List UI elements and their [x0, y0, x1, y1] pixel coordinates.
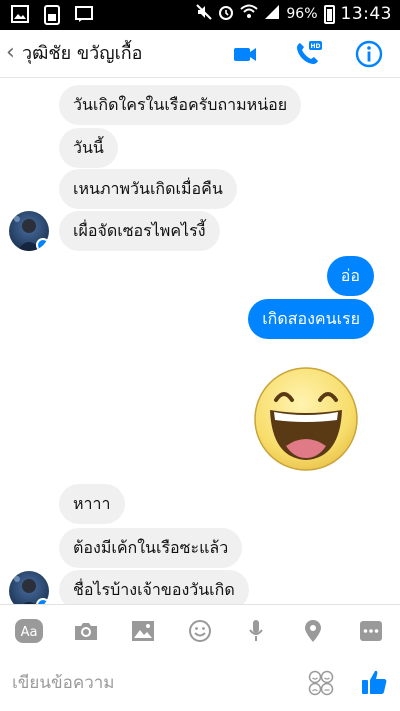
composer-toolbar: Aa — [0, 604, 400, 654]
thumbs-up-like-icon[interactable] — [360, 668, 388, 696]
incoming-message[interactable]: ชื่อไรบ้างเจ้าของวันเกิด — [59, 570, 249, 604]
conversation-header: ‹ วุฒิชัย ขวัญเกื้อ HD — [0, 30, 400, 78]
status-bar: 96% 13:43 — [0, 0, 400, 30]
contact-avatar[interactable] — [9, 571, 49, 604]
incoming-message[interactable]: วันนี้ — [59, 128, 118, 168]
signal-icon — [264, 4, 280, 24]
incoming-message[interactable]: ต้องมีเค้กในเรือซะแล้ว — [59, 528, 243, 568]
laughing-face-sticker[interactable] — [252, 366, 360, 472]
contact-avatar[interactable] — [9, 211, 49, 251]
alarm-icon — [218, 4, 234, 24]
incoming-message[interactable]: หาาา — [59, 484, 125, 524]
battery-icon — [323, 4, 335, 24]
sticker-picker-icon[interactable] — [308, 670, 334, 696]
messenger-badge-icon — [36, 238, 49, 251]
sim-manager-notification-icon — [42, 5, 62, 25]
svg-text:HD: HD — [310, 43, 320, 50]
text-style-aa-icon[interactable]: Aa — [15, 619, 43, 643]
video-call-icon[interactable] — [229, 38, 261, 70]
microphone-icon[interactable] — [243, 619, 269, 643]
more-options-icon[interactable] — [358, 619, 384, 643]
location-pin-icon[interactable] — [300, 619, 326, 643]
battery-percent: 96% — [286, 6, 318, 22]
outgoing-message[interactable]: เกิดสองคนเรย — [248, 299, 374, 339]
message-composer — [0, 654, 400, 711]
message-list[interactable]: วันเกิดใครในเรือครับถามหน่อย วันนี้ เหนภ… — [0, 78, 400, 604]
contact-name[interactable]: วุฒิชัย ขวัญเกื้อ — [22, 42, 142, 66]
back-button[interactable]: ‹ — [6, 40, 15, 66]
aa-label: Aa — [21, 625, 38, 640]
chat-notification-icon — [74, 5, 94, 25]
camera-icon[interactable] — [73, 619, 99, 643]
wifi-icon — [240, 4, 259, 24]
gallery-icon[interactable] — [130, 619, 156, 643]
emoji-icon[interactable] — [187, 619, 213, 643]
incoming-message[interactable]: วันเกิดใครในเรือครับถามหน่อย — [59, 85, 302, 125]
info-icon[interactable] — [353, 38, 385, 70]
hd-voice-call-icon[interactable]: HD — [292, 38, 324, 70]
incoming-message[interactable]: เหนภาพวันเกิดเมื่อคืน — [59, 169, 237, 209]
clock: 13:43 — [340, 4, 392, 24]
incoming-message[interactable]: เผื่อจัดเซอรไพคไรงี้ — [59, 211, 220, 251]
mute-icon — [196, 4, 213, 24]
gallery-notification-icon — [10, 5, 30, 25]
outgoing-message[interactable]: อ่อ — [326, 256, 374, 296]
message-input[interactable] — [12, 668, 292, 698]
